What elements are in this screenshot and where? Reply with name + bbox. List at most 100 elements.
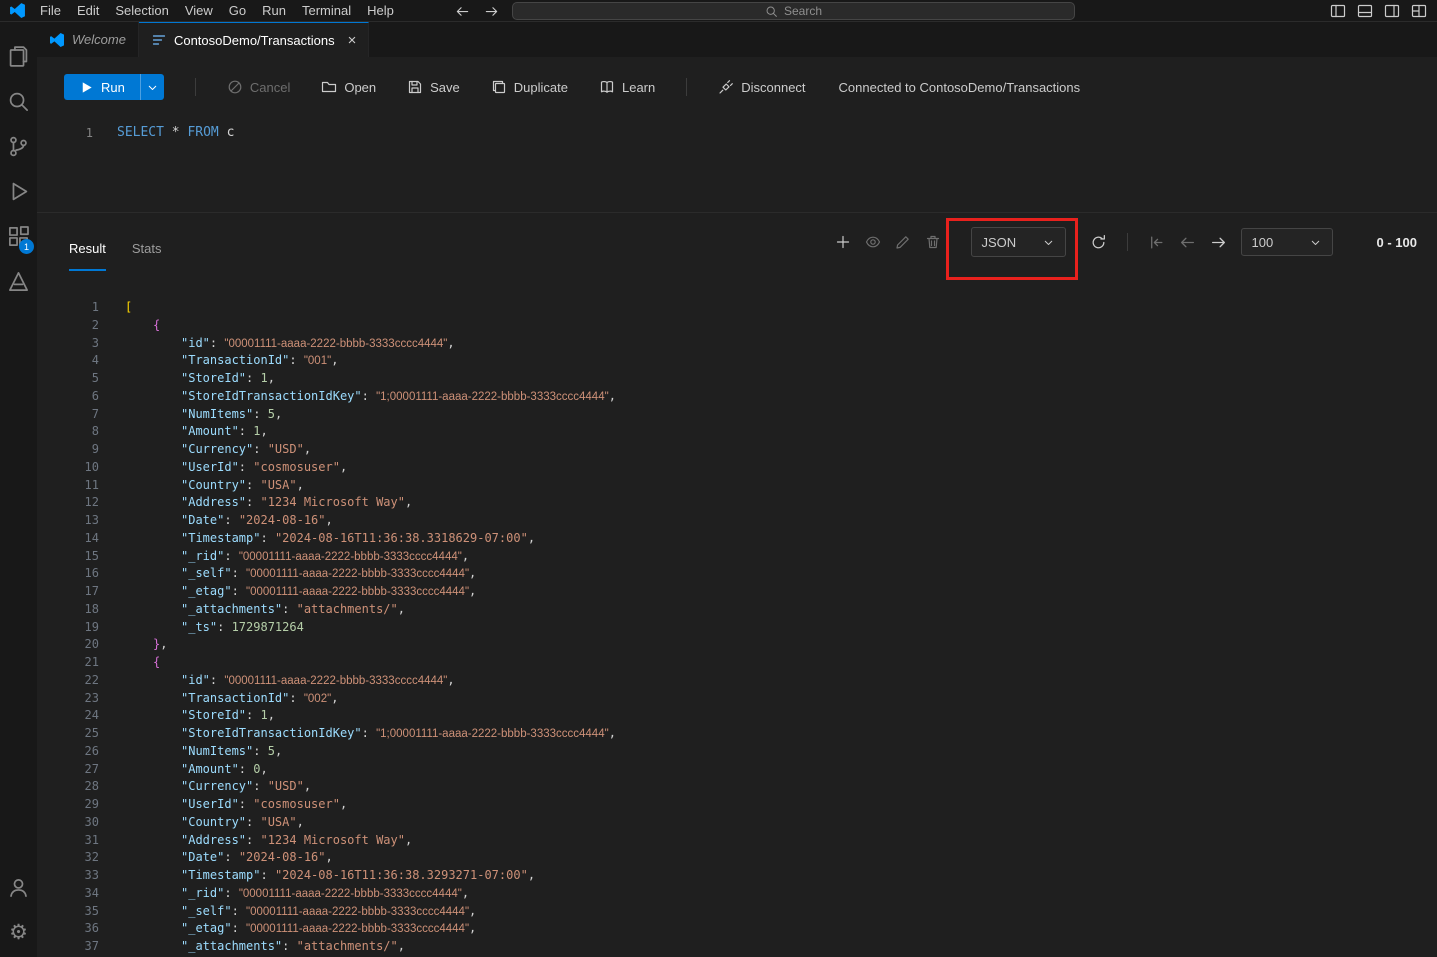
line-number: 15 [84, 548, 99, 563]
line-number: 23 [84, 690, 99, 705]
plug-icon [718, 79, 734, 95]
refresh-button[interactable] [1090, 234, 1107, 251]
activity-run-and-debug[interactable] [0, 169, 37, 214]
tab-contosodemo-transactions[interactable]: ContosoDemo/Transactions × [138, 22, 370, 57]
layout-sidebar-left-button[interactable] [1330, 3, 1346, 19]
line-number: 31 [84, 832, 99, 847]
result-line: 12 "Address": "1234 Microsoft Way", [37, 494, 1437, 512]
result-line: 36 "_etag": "00001111-aaaa-2222-bbbb-3333… [37, 920, 1437, 938]
activity-azure[interactable] [0, 259, 37, 304]
line-number: 7 [91, 406, 99, 421]
activity-accounts[interactable] [0, 865, 37, 910]
activity-search[interactable] [0, 79, 37, 124]
page-size-dropdown[interactable]: 100 [1240, 228, 1333, 256]
query-line[interactable]: 1 SELECT * FROM c [37, 123, 1437, 142]
chevron-down-icon [1042, 236, 1055, 249]
menu-bar: File Edit Selection View Go Run Terminal Help [32, 0, 402, 21]
menu-terminal[interactable]: Terminal [294, 3, 359, 18]
window-layout-controls [1330, 0, 1427, 22]
cancel-button[interactable]: Cancel [227, 74, 290, 100]
extensions-badge: 1 [19, 239, 34, 254]
results-tab-stats[interactable]: Stats [132, 227, 162, 271]
search-input[interactable]: Search [512, 2, 1075, 20]
line-number: 9 [91, 442, 99, 456]
first-page-button[interactable] [1148, 234, 1165, 251]
result-line: 1[ [37, 299, 1437, 317]
tab-welcome[interactable]: Welcome [37, 22, 139, 57]
line-number: 24 [84, 708, 99, 723]
line-number: 18 [84, 601, 99, 616]
history-nav [455, 0, 499, 22]
layout-sidebar-right-button[interactable] [1384, 3, 1400, 19]
line-number: 27 [84, 761, 99, 776]
line-number: 3 [91, 335, 99, 350]
activity-settings[interactable]: ⚙ [0, 910, 37, 955]
menu-go[interactable]: Go [221, 3, 254, 18]
menu-file[interactable]: File [32, 3, 69, 18]
result-line: 29 "UserId": "cosmosuser", [37, 796, 1437, 814]
activity-source-control[interactable] [0, 124, 37, 169]
chevron-down-icon [146, 81, 159, 94]
chevron-down-icon [1309, 236, 1322, 249]
line-number: 10 [84, 459, 99, 474]
line-number: 36 [84, 921, 99, 936]
line-number: 22 [84, 672, 99, 687]
menu-selection[interactable]: Selection [107, 3, 176, 18]
results-header: Result Stats JSON 100 0 - 100 [37, 213, 1437, 271]
title-bar: File Edit Selection View Go Run Terminal Help S… [0, 0, 1437, 22]
line-number: 21 [84, 655, 99, 669]
line-number: 32 [84, 850, 99, 865]
line-number: 20 [84, 637, 99, 652]
result-line: 19 "_ts": 1729871264 [37, 619, 1437, 637]
result-line: 27 "Amount": 0, [37, 761, 1437, 779]
view-document-button[interactable] [865, 234, 881, 250]
run-button[interactable]: Run [64, 74, 140, 100]
add-document-button[interactable] [835, 234, 851, 250]
previous-page-button[interactable] [1179, 234, 1196, 251]
toolbar-separator [686, 78, 688, 96]
result-line: 26 "NumItems": 5, [37, 743, 1437, 761]
results-editor[interactable]: 1[2{3 "id": "00001111-aaaa-2222-bbbb-3333… [37, 271, 1437, 957]
results-tab-result[interactable]: Result [69, 227, 106, 271]
next-page-button[interactable] [1210, 234, 1227, 251]
connection-status: Connected to ContosoDemo/Transactions [838, 79, 1081, 95]
layout-panel-button[interactable] [1357, 3, 1373, 19]
menu-edit[interactable]: Edit [69, 3, 107, 18]
layout-grid-button[interactable] [1411, 3, 1427, 19]
result-line: 33 "Timestamp": "2024-08-16T11:36:38.3293… [37, 867, 1437, 885]
vscode-window: File Edit Selection View Go Run Terminal Help S… [0, 0, 1437, 957]
activity-explorer[interactable] [0, 34, 37, 79]
line-number: 6 [91, 388, 99, 403]
toolbar-separator [194, 78, 196, 96]
query-file-icon [151, 32, 167, 48]
activity-extensions[interactable]: 1 [0, 214, 37, 259]
result-line: 13 "Date": "2024-08-16", [37, 512, 1437, 530]
forward-button[interactable] [484, 4, 499, 19]
query-toolbar: Run Cancel Open Save Duplicate Learn Disconne… [37, 57, 1437, 117]
result-line: 21{ [37, 654, 1437, 672]
save-button[interactable]: Save [407, 74, 460, 100]
format-dropdown[interactable]: JSON [970, 227, 1066, 257]
search-placeholder: Search [783, 4, 823, 18]
learn-button[interactable]: Learn [599, 74, 655, 100]
edit-document-button[interactable] [895, 234, 911, 250]
menu-view[interactable]: View [177, 3, 221, 18]
menu-help[interactable]: Help [359, 3, 402, 18]
query-editor-area: Run Cancel Open Save Duplicate Learn Disconne… [37, 57, 1437, 212]
result-line: 31 "Address": "1234 Microsoft Way", [37, 832, 1437, 850]
duplicate-button[interactable]: Duplicate [491, 74, 568, 100]
run-button-group: Run [64, 74, 164, 100]
play-icon [79, 80, 94, 95]
close-icon[interactable]: × [348, 33, 357, 48]
line-number: 17 [84, 584, 99, 598]
open-button[interactable]: Open [321, 74, 376, 100]
back-button[interactable] [455, 4, 470, 19]
result-line: 35 "_self": "00001111-aaaa-2222-bbbb-3333… [37, 903, 1437, 921]
result-line: 30 "Country": "USA", [37, 814, 1437, 832]
line-number: 1 [91, 300, 99, 314]
run-dropdown-button[interactable] [139, 74, 164, 100]
menu-run[interactable]: Run [254, 3, 294, 18]
result-line: 34 "_rid": "00001111-aaaa-2222-bbbb-3333c… [37, 885, 1437, 903]
disconnect-button[interactable]: Disconnect [718, 74, 806, 100]
delete-document-button[interactable] [925, 234, 941, 250]
